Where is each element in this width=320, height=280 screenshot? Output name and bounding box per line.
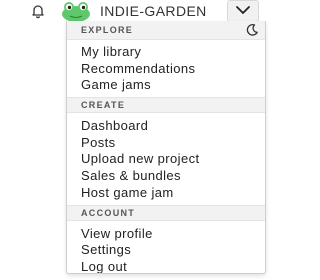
user-avatar[interactable] xyxy=(59,0,93,22)
account-dropdown-menu: EXPLORE My library Recommendations Game … xyxy=(66,21,266,274)
menu-item-upload-new-project[interactable]: Upload new project xyxy=(67,151,265,168)
chevron-down-icon xyxy=(236,6,250,14)
menu-item-view-profile[interactable]: View profile xyxy=(67,226,265,243)
account-menu-toggle[interactable] xyxy=(227,0,259,22)
menu-item-host-game-jam[interactable]: Host game jam xyxy=(67,185,265,202)
section-title: CREATE xyxy=(81,100,126,111)
moon-icon[interactable] xyxy=(245,23,259,37)
create-items: Dashboard Posts Upload new project Sales… xyxy=(67,118,265,201)
menu-item-posts[interactable]: Posts xyxy=(67,135,265,152)
section-title: ACCOUNT xyxy=(81,207,136,218)
menu-item-my-library[interactable]: My library xyxy=(67,44,265,61)
section-title: EXPLORE xyxy=(81,25,134,35)
bell-icon[interactable] xyxy=(30,3,46,19)
menu-item-settings[interactable]: Settings xyxy=(67,242,265,259)
menu-item-game-jams[interactable]: Game jams xyxy=(67,77,265,94)
menu-item-dashboard[interactable]: Dashboard xyxy=(67,118,265,135)
explore-items: My library Recommendations Game jams xyxy=(67,44,265,94)
username-label[interactable]: INDIE-GARDEN xyxy=(100,2,207,20)
menu-item-sales-bundles[interactable]: Sales & bundles xyxy=(67,168,265,185)
account-items: View profile Settings Log out xyxy=(67,226,265,274)
menu-item-recommendations[interactable]: Recommendations xyxy=(67,61,265,78)
section-header-explore: EXPLORE xyxy=(67,21,265,40)
section-header-create: CREATE xyxy=(67,97,265,114)
menu-item-log-out[interactable]: Log out xyxy=(67,259,265,273)
top-bar: INDIE-GARDEN xyxy=(0,0,280,22)
section-header-account: ACCOUNT xyxy=(67,204,265,221)
